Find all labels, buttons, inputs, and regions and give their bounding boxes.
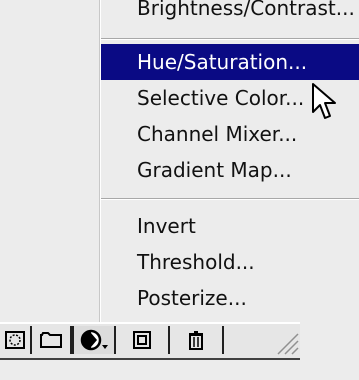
menu-separator [101,38,359,40]
menu-item-label: Hue/Saturation... [137,50,308,74]
new-set-button[interactable] [32,326,72,354]
menu-item-label: Posterize... [137,286,247,310]
layers-panel-background [0,0,100,322]
menu-item-hue-saturation[interactable]: Hue/Saturation... [101,44,359,80]
menu-item-threshold[interactable]: Threshold... [101,244,359,280]
adjustment-layer-icon [80,329,108,351]
menu-item-gradient-map[interactable]: Gradient Map... [101,152,359,188]
resize-grip-icon[interactable] [272,328,300,356]
new-adjustment-layer-button[interactable] [72,326,116,354]
new-layer-button[interactable] [116,326,170,354]
new-layer-icon [133,331,151,349]
layers-toolbar [0,322,359,380]
menu-item-posterize[interactable]: Posterize... [101,280,359,316]
menu-item-label: Gradient Map... [137,158,292,182]
menu-item-label: Invert [137,214,196,238]
menu-item-label: Channel Mixer... [137,122,298,146]
new-set-folder-icon [40,332,62,348]
toolbar-strip [0,322,300,360]
menu-separator [101,198,359,200]
trash-icon [189,331,203,350]
add-mask-button[interactable] [0,326,32,354]
menu-item-brightness-contrast[interactable]: Brightness/Contrast... [101,0,359,26]
menu-item-label: Brightness/Contrast... [137,0,355,20]
menu-item-label: Selective Color... [137,86,305,110]
menu-item-label: Threshold... [137,250,255,274]
mouse-cursor-icon [312,83,336,119]
mask-icon [5,331,25,349]
delete-layer-button[interactable] [170,326,224,354]
adjustment-menu: Brightness/Contrast... Hue/Saturation...… [100,0,359,322]
menu-item-invert[interactable]: Invert [101,208,359,244]
